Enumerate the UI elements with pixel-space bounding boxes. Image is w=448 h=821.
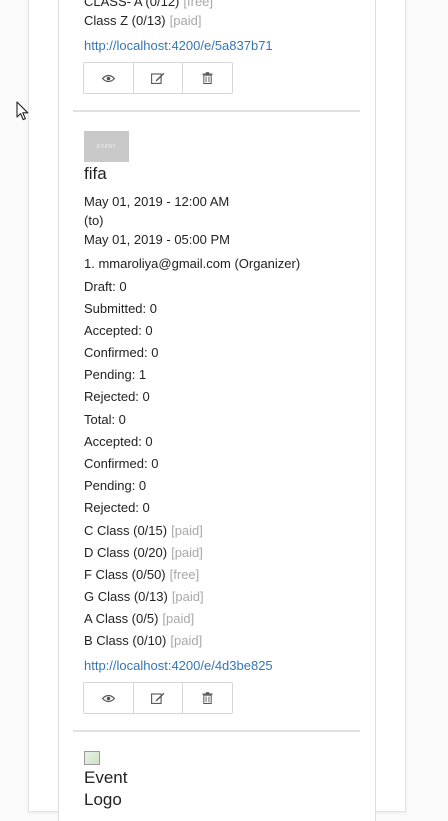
stat-accepted: Accepted: 0 [84, 323, 153, 338]
stat-submitted: Submitted: 0 [84, 301, 157, 316]
stat-draft: Draft: 0 [84, 279, 127, 294]
logo-alt-text: Logo [84, 790, 122, 809]
edit-button[interactable] [134, 683, 184, 713]
eye-icon [101, 694, 115, 702]
class-line: F Class (0/50) [free] [84, 567, 200, 582]
edit-button[interactable] [134, 63, 184, 93]
view-button[interactable] [84, 63, 134, 93]
logo-alt-text: Event [84, 768, 128, 787]
class-line: C Class (0/15) [paid] [84, 523, 203, 538]
prev-event-actions [83, 62, 233, 94]
trash-icon [202, 692, 213, 704]
stat-confirmed: Confirmed: 0 [84, 345, 159, 360]
prev-class-line: CLASS- A (0/12) [free] [84, 0, 214, 9]
event-start-date: May 01, 2019 - 12:00 AM [84, 194, 230, 209]
broken-image-icon [84, 751, 100, 765]
event-link[interactable]: http://localhost:4200/e/4d3be825 [84, 658, 273, 674]
event-organizer: 1. mmaroliya@gmail.com (Organizer) [84, 256, 301, 271]
event-divider [73, 730, 360, 732]
stat-total: Total: 0 [84, 412, 126, 427]
trash-icon [202, 72, 213, 84]
event-actions [83, 682, 233, 714]
class-line: A Class (0/5) [paid] [84, 611, 195, 626]
event-to-label: (to) [84, 213, 104, 228]
delete-button[interactable] [183, 683, 232, 713]
class-line: B Class (0/10) [paid] [84, 633, 203, 648]
next-event-logo: Event Logo [84, 751, 127, 811]
event-logo: EVENT [84, 131, 129, 162]
mouse-pointer-icon [16, 101, 29, 121]
event-divider [73, 110, 360, 112]
stat-pending: Pending: 0 [84, 478, 147, 493]
stat-rejected: Rejected: 0 [84, 389, 150, 404]
view-button[interactable] [84, 683, 134, 713]
event-title: fifa [84, 164, 107, 183]
stat-accepted: Accepted: 0 [84, 434, 153, 449]
stat-confirmed: Confirmed: 0 [84, 456, 159, 471]
prev-event-link[interactable]: http://localhost:4200/e/5a837b71 [84, 38, 273, 54]
delete-button[interactable] [183, 63, 232, 93]
eye-icon [101, 74, 115, 82]
class-line: G Class (0/13) [paid] [84, 589, 204, 604]
edit-icon [151, 692, 165, 704]
prev-class-line: Class Z (0/13) [paid] [84, 13, 202, 28]
stat-pending: Pending: 1 [84, 367, 147, 382]
event-end-date: May 01, 2019 - 05:00 PM [84, 232, 230, 247]
stat-rejected: Rejected: 0 [84, 500, 150, 515]
class-line: D Class (0/20) [paid] [84, 545, 203, 560]
edit-icon [151, 72, 165, 84]
